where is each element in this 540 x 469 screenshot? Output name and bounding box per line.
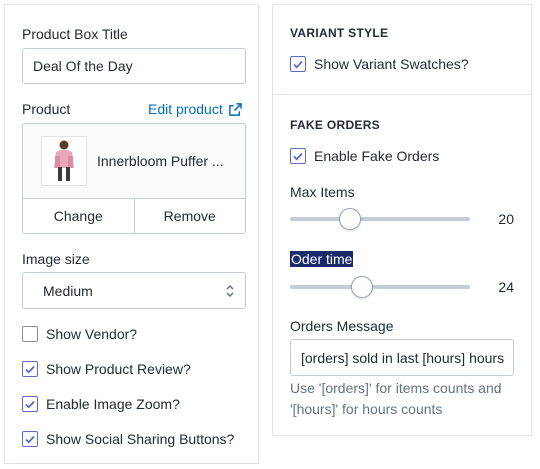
checkbox-box[interactable] — [290, 56, 306, 72]
show-social-sharing-label: Show Social Sharing Buttons? — [46, 431, 235, 447]
show-product-review-label: Show Product Review? — [46, 361, 191, 377]
max-items-label: Max Items — [290, 184, 355, 200]
edit-product-link-label: Edit product — [148, 101, 223, 117]
orders-message-input[interactable]: [orders] sold in last [hours] hours — [290, 339, 514, 376]
show-social-sharing-checkbox[interactable]: Show Social Sharing Buttons? — [22, 431, 234, 447]
enable-image-zoom-label: Enable Image Zoom? — [46, 396, 180, 412]
product-settings-panel: Product Box Title Deal Of the Day Produc… — [4, 4, 259, 464]
max-items-slider[interactable] — [290, 206, 470, 232]
checkbox-box[interactable] — [22, 431, 38, 447]
slider-handle[interactable] — [351, 276, 373, 298]
order-time-slider[interactable] — [290, 274, 470, 300]
show-product-review-checkbox[interactable]: Show Product Review? — [22, 361, 191, 377]
variant-style-heading: VARIANT STYLE — [290, 26, 389, 40]
variant-swatches-label: Show Variant Swatches? — [314, 56, 469, 72]
product-label: Product — [22, 101, 71, 117]
image-size-select[interactable]: Medium — [22, 272, 246, 309]
checkmark-icon — [293, 60, 303, 69]
checkbox-box[interactable] — [22, 361, 38, 377]
image-size-value: Medium — [43, 282, 93, 299]
checkmark-icon — [25, 400, 35, 409]
slider-handle[interactable] — [339, 208, 361, 230]
checkbox-box[interactable] — [290, 148, 306, 164]
remove-product-button[interactable]: Remove — [133, 199, 246, 233]
order-time-label-text: Oder time — [290, 251, 354, 267]
orders-message-label: Orders Message — [290, 318, 394, 334]
image-size-label: Image size — [22, 251, 90, 267]
checkbox-box[interactable] — [22, 396, 38, 412]
checkbox-box[interactable] — [22, 326, 38, 342]
order-time-value: 24 — [498, 279, 514, 295]
product-box-title-label: Product Box Title — [22, 26, 128, 42]
product-name: Innerbloom Puffer ... — [97, 153, 224, 169]
orders-message-help-text: Use '[orders]' for items counts and '[ho… — [290, 380, 502, 417]
show-vendor-label: Show Vendor? — [46, 326, 138, 342]
product-image-icon — [54, 140, 74, 181]
fake-orders-heading: FAKE ORDERS — [290, 118, 380, 132]
enable-fake-orders-label: Enable Fake Orders — [314, 148, 440, 164]
product-actions: Change Remove — [23, 198, 245, 233]
edit-product-link[interactable]: Edit product — [148, 101, 242, 117]
checkmark-icon — [25, 435, 35, 444]
checkmark-icon — [293, 152, 303, 161]
slider-track — [290, 217, 470, 221]
product-thumbnail — [41, 136, 87, 186]
max-items-value: 20 — [498, 211, 514, 227]
external-link-icon — [228, 102, 242, 116]
slider-track — [290, 285, 470, 289]
change-product-button[interactable]: Change — [23, 199, 134, 233]
enable-fake-orders-checkbox[interactable]: Enable Fake Orders — [290, 148, 439, 164]
checkmark-icon — [25, 365, 35, 374]
display-settings-panel: VARIANT STYLE Show Variant Swatches? FAK… — [272, 4, 532, 436]
section-divider — [273, 94, 531, 95]
variant-swatches-checkbox[interactable]: Show Variant Swatches? — [290, 56, 469, 72]
show-vendor-checkbox[interactable]: Show Vendor? — [22, 326, 137, 342]
order-time-label: Oder time — [290, 251, 354, 267]
selected-product-card: Innerbloom Puffer ... Change Remove — [22, 123, 246, 234]
enable-image-zoom-checkbox[interactable]: Enable Image Zoom? — [22, 396, 180, 412]
product-box-title-input[interactable]: Deal Of the Day — [22, 48, 246, 84]
select-chevron-icon — [226, 284, 234, 298]
